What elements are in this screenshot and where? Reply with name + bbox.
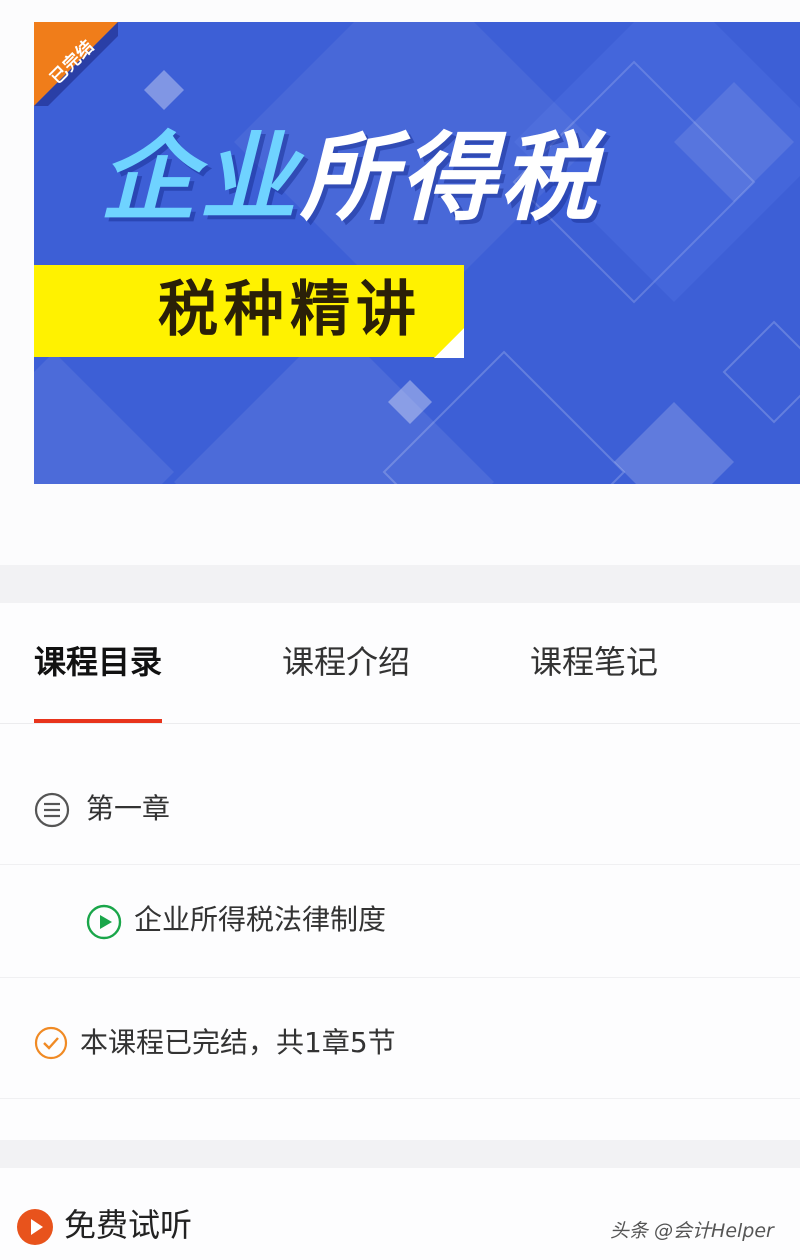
tab-catalog[interactable]: 课程目录 <box>34 643 162 681</box>
check-circle-icon <box>34 1026 68 1060</box>
banner-title: 企业所得税 <box>100 130 800 226</box>
course-status-row: 本课程已完结，共1章5节 <box>0 978 800 1099</box>
course-tabs: 课程目录 课程介绍 课程笔记 <box>0 603 800 724</box>
play-circle-icon <box>86 904 122 940</box>
list-circle-icon <box>34 792 70 828</box>
section-divider <box>0 1140 800 1168</box>
section-divider <box>0 565 800 603</box>
course-banner: 已完结 企业所得税 税种精讲 <box>34 22 800 484</box>
play-icon[interactable] <box>16 1208 54 1246</box>
tab-introduction[interactable]: 课程介绍 <box>282 643 410 681</box>
lesson-row[interactable]: 企业所得税法律制度 <box>0 865 800 978</box>
course-banner-area: 已完结 企业所得税 税种精讲 <box>0 0 800 565</box>
course-status-text: 本课程已完结，共1章5节 <box>80 1026 396 1059</box>
watermark: 头条 @会计Helper <box>610 1220 774 1242</box>
banner-title-accent: 企业 <box>100 122 300 234</box>
footer-bar: 免费试听 头条 @会计Helper <box>0 1168 800 1260</box>
banner-subtitle: 税种精讲 <box>158 275 422 345</box>
banner-title-rest: 所得税 <box>300 122 600 234</box>
chapter-label: 第一章 <box>86 792 171 825</box>
banner-subtitle-fold <box>434 328 464 358</box>
banner-decoration <box>34 22 800 484</box>
lesson-title: 企业所得税法律制度 <box>134 903 387 936</box>
chapter-row[interactable]: 第一章 <box>0 752 800 865</box>
free-trial-button[interactable]: 免费试听 <box>64 1206 192 1244</box>
tab-notes[interactable]: 课程笔记 <box>530 643 658 681</box>
active-tab-indicator <box>34 719 162 723</box>
